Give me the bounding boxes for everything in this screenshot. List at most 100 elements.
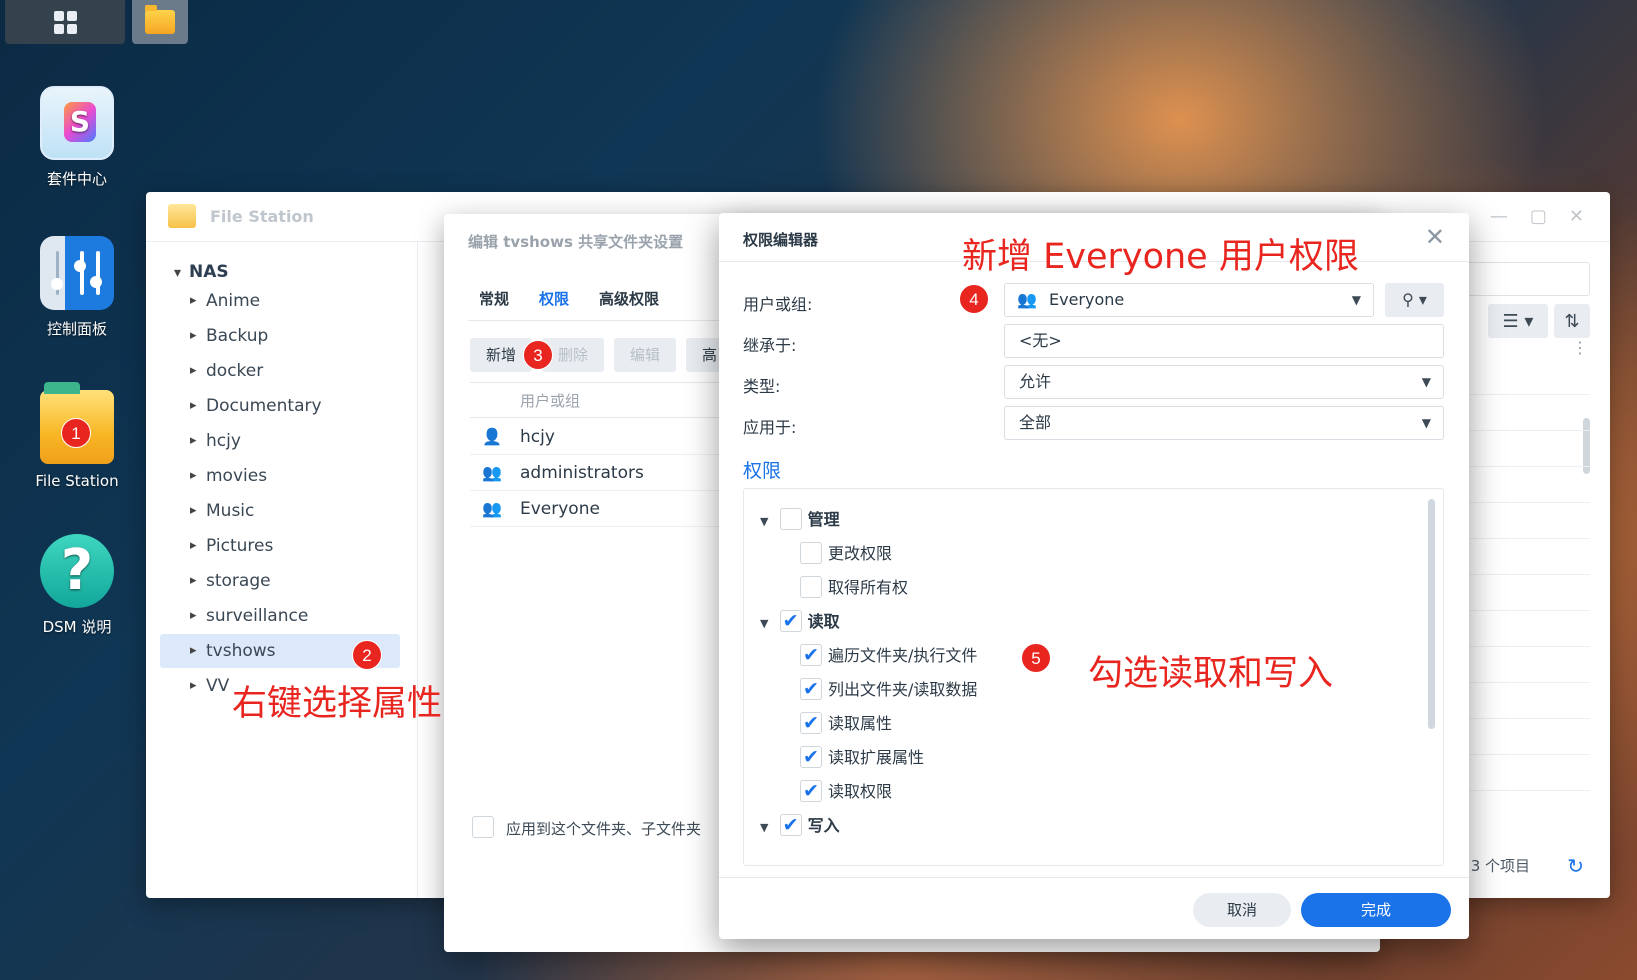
filter-button[interactable]: ⚲ ▾ — [1385, 283, 1444, 317]
apps-grid-icon — [53, 10, 77, 34]
folder-icon — [145, 5, 175, 34]
step-badge-4: 4 — [959, 284, 989, 314]
permission-editor-dialog: 权限编辑器 ✕ 用户或组: 👥 Everyone ▼ ⚲ ▾ 继承于: <无> … — [719, 213, 1469, 939]
checkbox-read-attributes[interactable] — [800, 710, 822, 736]
tab-general[interactable]: 常规 — [479, 288, 509, 309]
step-badge-3: 3 — [523, 340, 553, 370]
tree-item-storage[interactable]: storage — [160, 564, 400, 598]
close-icon[interactable]: ✕ — [1569, 206, 1584, 227]
item-count: 3 个项目 — [1470, 857, 1530, 875]
tree-item-documentary[interactable]: Documentary — [160, 389, 400, 423]
main-menu-button[interactable] — [5, 0, 125, 44]
chevron-down-icon[interactable]: ▼ — [760, 509, 774, 535]
perm-label: 列出文件夹/读取数据 — [828, 680, 978, 699]
row-name: administrators — [520, 463, 644, 483]
taskbar-file-station-button[interactable] — [132, 0, 188, 44]
step-badge-1: 1 — [61, 418, 91, 448]
checkbox-read-extended-attributes[interactable] — [800, 744, 822, 770]
scrollbar[interactable] — [1428, 499, 1435, 729]
perm-node-change-permissions[interactable]: 更改权限 — [800, 541, 892, 567]
folder-tree: NAS Anime Backup docker Documentary hcjy… — [146, 242, 418, 898]
perm-label: 读取扩展属性 — [828, 748, 925, 767]
group-icon: 👥 — [482, 499, 502, 518]
apply-subfolders-checkbox[interactable] — [472, 816, 494, 838]
search-input[interactable] — [1460, 262, 1590, 296]
tree-item-surveillance[interactable]: surveillance — [160, 599, 400, 633]
more-options-icon[interactable]: ⋮ — [1572, 338, 1588, 357]
tree-item-docker[interactable]: docker — [160, 354, 400, 388]
chevron-down-icon[interactable]: ▼ — [760, 611, 774, 637]
perm-node-read[interactable]: ▼ 读取 — [760, 608, 840, 637]
list-icon: ☰ ▾ — [1502, 310, 1534, 332]
chevron-down-icon: ▼ — [1421, 375, 1431, 389]
cancel-button[interactable]: 取消 — [1193, 893, 1291, 927]
folder-icon — [168, 204, 196, 228]
desktop-icon-label: 控制面板 — [46, 320, 107, 338]
filter-icon: ⚲ ▾ — [1402, 290, 1427, 309]
checkbox-traverse[interactable] — [800, 642, 822, 668]
apply-to-value: 全部 — [1019, 413, 1052, 432]
refresh-icon[interactable]: ↻ — [1567, 854, 1584, 878]
step-badge-2: 2 — [352, 640, 382, 670]
perm-label: 读取 — [807, 612, 840, 631]
perm-node-traverse[interactable]: 遍历文件夹/执行文件 — [800, 642, 977, 669]
checkbox-write[interactable] — [779, 812, 802, 838]
minimize-icon[interactable]: — — [1490, 206, 1508, 227]
user-icon: 👤 — [482, 427, 502, 446]
desktop-icon-package-center[interactable]: S 套件中心 — [18, 86, 136, 189]
tree-root-nas[interactable]: NAS — [174, 262, 229, 282]
perm-node-take-ownership[interactable]: 取得所有权 — [800, 575, 908, 601]
checkbox-manage[interactable] — [779, 507, 802, 530]
perm-node-list-folder[interactable]: 列出文件夹/读取数据 — [800, 676, 978, 703]
sort-button[interactable]: ⇅ — [1554, 304, 1590, 338]
desktop-icon-control-panel[interactable]: 控制面板 — [18, 236, 136, 339]
tab-permissions[interactable]: 权限 — [539, 288, 569, 309]
edit-button[interactable]: 编辑 — [614, 338, 677, 372]
tab-advanced-permissions[interactable]: 高级权限 — [599, 288, 659, 309]
type-select[interactable]: 允许 ▼ — [1004, 365, 1444, 399]
desktop-icon-dsm-help[interactable]: ? DSM 说明 — [18, 534, 136, 637]
perm-node-manage[interactable]: ▼ 管理 — [760, 507, 840, 533]
tree-item-hcjy[interactable]: hcjy — [160, 424, 400, 458]
tree-item-pictures[interactable]: Pictures — [160, 529, 400, 563]
annotation-add-everyone: 新增 Everyone 用户权限 — [962, 237, 1359, 277]
perm-node-read-extended-attributes[interactable]: 读取扩展属性 — [800, 744, 925, 771]
perm-label: 读取权限 — [828, 782, 893, 801]
desktop-icon-label: File Station — [35, 472, 119, 490]
inherit-field: <无> — [1004, 324, 1444, 358]
user-or-group-label: 用户或组: — [743, 295, 813, 314]
done-button[interactable]: 完成 — [1301, 893, 1451, 927]
row-name: Everyone — [520, 499, 600, 519]
maximize-icon[interactable]: ▢ — [1530, 206, 1547, 227]
perm-node-read-attributes[interactable]: 读取属性 — [800, 710, 893, 737]
apply-to-label: 应用于: — [743, 418, 797, 437]
tree-item-music[interactable]: Music — [160, 494, 400, 528]
annotation-check-read-write: 勾选读取和写入 — [1088, 654, 1334, 694]
user-or-group-select[interactable]: 👥 Everyone ▼ — [1004, 283, 1374, 317]
desktop-icon-label: 套件中心 — [46, 170, 107, 188]
tree-item-anime[interactable]: Anime — [160, 284, 400, 318]
user-or-group-value: Everyone — [1049, 290, 1125, 309]
perm-node-read-permissions[interactable]: 读取权限 — [800, 778, 893, 805]
control-panel-icon — [40, 236, 114, 310]
perm-label: 读取属性 — [828, 714, 893, 733]
checkbox-read[interactable] — [779, 608, 802, 634]
tree-item-backup[interactable]: Backup — [160, 319, 400, 353]
dialog-title: 权限编辑器 — [743, 231, 819, 249]
close-icon[interactable]: ✕ — [1425, 223, 1445, 251]
checkbox-list-folder[interactable] — [800, 676, 822, 702]
row-name: hcjy — [520, 427, 555, 447]
checkbox-change-permissions[interactable] — [800, 541, 822, 564]
apply-to-select[interactable]: 全部 ▼ — [1004, 406, 1444, 440]
checkbox-read-permissions[interactable] — [800, 778, 822, 804]
tree-item-movies[interactable]: movies — [160, 459, 400, 493]
perm-node-write[interactable]: ▼ 写入 — [760, 812, 840, 841]
permissions-section-title: 权限 — [743, 460, 782, 482]
inherit-label: 继承于: — [743, 336, 797, 355]
dialog-title: 编辑 tvshows 共享文件夹设置 — [468, 233, 684, 251]
checkbox-take-ownership[interactable] — [800, 575, 822, 598]
chevron-down-icon[interactable]: ▼ — [760, 815, 774, 841]
view-mode-button[interactable]: ☰ ▾ — [1488, 304, 1548, 338]
type-label: 类型: — [743, 377, 781, 396]
perm-label: 写入 — [807, 816, 840, 835]
